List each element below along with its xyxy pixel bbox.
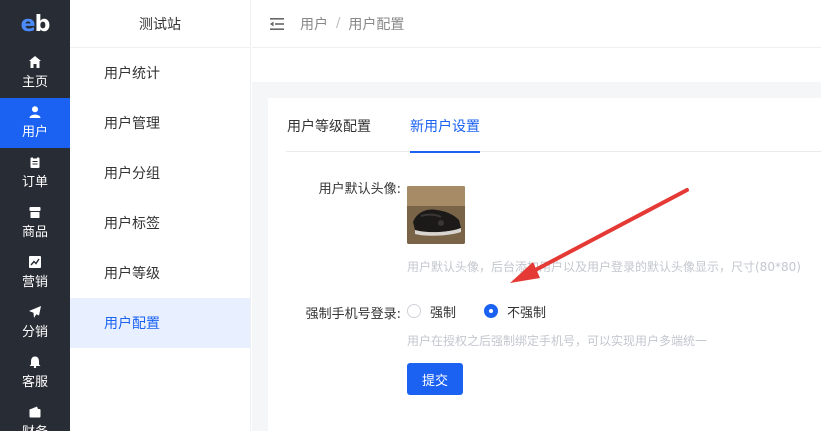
chart-icon — [29, 256, 41, 268]
bell-icon — [29, 356, 41, 368]
sub-menu: 测试站 用户统计 用户管理 用户分组 用户标签 用户等级 用户配置 — [70, 0, 251, 431]
radio-force-label: 强制 — [430, 305, 457, 321]
tab-new-user-settings[interactable]: 新用户设置 — [410, 98, 480, 153]
shop-icon — [29, 207, 41, 218]
send-icon — [29, 306, 41, 318]
main-nav-rail: eb 主页 用户 订单 商品 营销 分销 客服 财务 — [0, 0, 70, 431]
clipboard-icon — [30, 156, 40, 168]
submenu-item-user-config[interactable]: 用户配置 — [70, 298, 250, 348]
rail-item-home[interactable]: 主页 — [0, 48, 70, 98]
rail-item-label: 营销 — [21, 275, 48, 290]
app-logo[interactable]: eb — [0, 0, 70, 48]
submenu-item-user-level[interactable]: 用户等级 — [70, 248, 250, 298]
rail-item-order[interactable]: 订单 — [0, 148, 70, 198]
logo-text: eb — [20, 11, 51, 37]
phone-login-label: 强制手机号登录: — [305, 307, 401, 322]
shoe-thumbnail — [407, 186, 465, 244]
radio-not-force-label: 不强制 — [507, 305, 547, 321]
avatar-hint: 用户默认头像，后台添加用户以及用户登录的默认头像显示，尺寸(80*80) — [407, 260, 801, 274]
radio-not-force-circle[interactable] — [484, 304, 498, 318]
settings-tabs: 用户等级配置 新用户设置 — [286, 98, 821, 153]
site-title: 测试站 — [70, 0, 250, 48]
rail-item-label: 订单 — [21, 175, 48, 190]
rail-item-finance[interactable]: 财务 — [0, 398, 70, 431]
rail-item-user[interactable]: 用户 — [0, 98, 70, 148]
submenu-item-user-tag[interactable]: 用户标签 — [70, 198, 250, 248]
top-header: 用户 / 用户配置 — [252, 0, 821, 48]
menu-fold-icon[interactable] — [270, 17, 284, 30]
rail-item-service[interactable]: 客服 — [0, 348, 70, 398]
settings-card: 用户等级配置 新用户设置 用户默认头像: 用户默认头像，后台添加用户以及用户登录… — [268, 98, 821, 431]
rail-item-label: 财务 — [22, 421, 48, 431]
breadcrumb-user-config: 用户配置 — [348, 16, 405, 33]
home-icon — [29, 56, 41, 68]
rail-item-distribution[interactable]: 分销 — [0, 298, 70, 348]
rail-item-label: 客服 — [21, 375, 48, 390]
rail-item-label: 商品 — [21, 225, 48, 240]
radio-not-force[interactable]: 不强制 — [484, 303, 547, 321]
radio-force-circle[interactable] — [407, 304, 421, 318]
rail-item-marketing[interactable]: 营销 — [0, 248, 70, 298]
phone-login-hint: 用户在授权之后强制绑定手机号，可以实现用户多端统一 — [407, 334, 708, 348]
rail-item-product[interactable]: 商品 — [0, 198, 70, 248]
rail-item-label: 分销 — [21, 325, 48, 340]
breadcrumb-user[interactable]: 用户 — [300, 14, 328, 34]
default-avatar-image[interactable] — [407, 186, 465, 244]
avatar-label: 用户默认头像: — [318, 182, 401, 197]
tab-user-level-config[interactable]: 用户等级配置 — [287, 98, 371, 152]
submenu-item-user-group[interactable]: 用户分组 — [70, 148, 250, 198]
rail-item-label: 主页 — [21, 75, 48, 90]
radio-force[interactable]: 强制 — [407, 303, 457, 321]
submit-button[interactable]: 提交 — [407, 363, 463, 395]
submenu-item-user-manage[interactable]: 用户管理 — [70, 98, 250, 148]
breadcrumb-separator: / — [336, 16, 341, 31]
rail-item-label: 用户 — [21, 125, 48, 140]
main-content: 用户等级配置 新用户设置 用户默认头像: 用户默认头像，后台添加用户以及用户登录… — [252, 82, 821, 431]
user-icon — [29, 106, 41, 118]
wallet-icon — [29, 406, 41, 418]
submenu-item-user-stats[interactable]: 用户统计 — [70, 48, 250, 98]
